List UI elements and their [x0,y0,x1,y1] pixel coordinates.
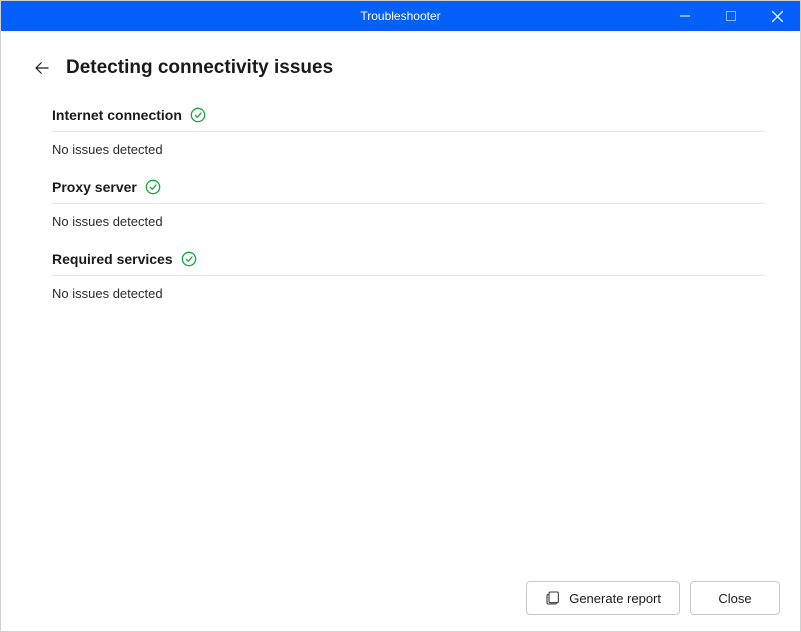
maximize-icon [726,11,736,21]
close-label: Close [718,591,751,606]
minimize-icon [680,11,690,21]
window-controls [662,1,800,31]
generate-report-button[interactable]: Generate report [526,581,680,615]
section-required-services: Required services No issues detected [52,251,765,301]
check-circle-icon [181,251,197,267]
sections-list: Internet connection No issues detected P… [32,107,769,301]
close-window-button[interactable] [754,1,800,31]
page-header: Detecting connectivity issues [32,57,769,79]
page-title: Detecting connectivity issues [66,57,333,79]
window-title: Troubleshooter [360,9,440,23]
check-circle-icon [145,179,161,195]
section-proxy-server: Proxy server No issues detected [52,179,765,229]
minimize-button[interactable] [662,1,708,31]
arrow-left-icon [33,59,51,77]
report-icon [545,590,561,606]
section-title: Proxy server [52,179,137,195]
section-title: Required services [52,251,173,267]
section-title: Internet connection [52,107,182,123]
check-circle-icon [190,107,206,123]
section-head: Internet connection [52,107,765,132]
close-button[interactable]: Close [690,581,780,615]
section-status: No issues detected [52,204,765,229]
close-icon [772,11,783,22]
section-head: Proxy server [52,179,765,204]
section-status: No issues detected [52,132,765,157]
title-bar: Troubleshooter [1,1,800,31]
section-head: Required services [52,251,765,276]
footer-buttons: Generate report Close [526,581,780,615]
generate-report-label: Generate report [569,591,661,606]
back-button[interactable] [32,58,52,78]
content-area: Detecting connectivity issues Internet c… [1,31,800,301]
section-status: No issues detected [52,276,765,301]
section-internet-connection: Internet connection No issues detected [52,107,765,157]
maximize-button[interactable] [708,1,754,31]
